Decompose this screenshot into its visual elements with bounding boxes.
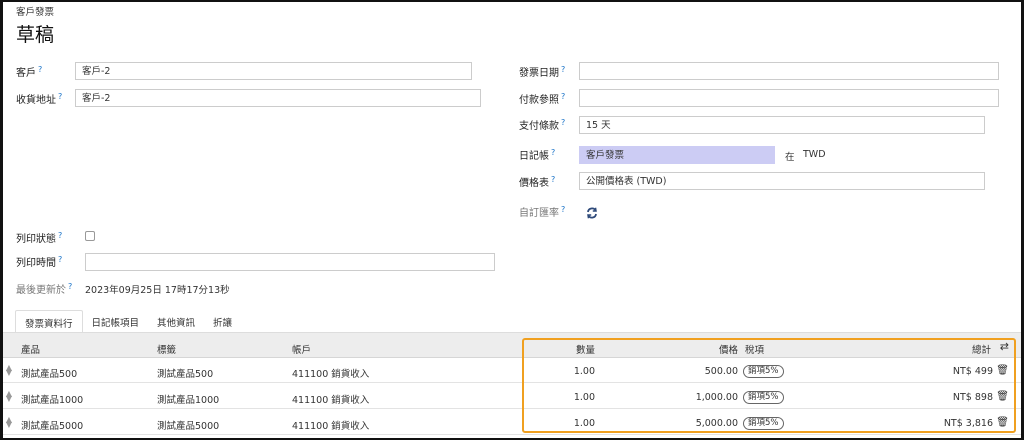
tax-badge[interactable]: 銷項5%: [743, 365, 784, 378]
journal-field[interactable]: 客戶發票: [579, 146, 775, 164]
last-updated-value: 2023年09月25日 17時17分13秒: [85, 285, 230, 296]
header-price[interactable]: 價格: [719, 342, 738, 356]
cell-price[interactable]: 5,000.00: [696, 418, 738, 429]
invoice-date-label: 發票日期?: [519, 64, 566, 79]
journal-in-label: 在: [785, 152, 795, 163]
notebook-tabs: 發票資料行 日記帳項目 其他資訊 折讓: [15, 310, 241, 333]
cell-quantity[interactable]: 1.00: [574, 418, 595, 429]
customer-field[interactable]: 客戶-2: [75, 62, 472, 80]
cell-label[interactable]: 測試產品1000: [157, 392, 219, 406]
tax-badge[interactable]: 銷項5%: [743, 417, 784, 430]
tab-invoice-lines[interactable]: 發票資料行: [15, 310, 83, 333]
header-quantity[interactable]: 數量: [576, 342, 595, 356]
cell-account[interactable]: 411100 銷貨收入: [292, 392, 369, 406]
payment-reference-field[interactable]: [579, 89, 999, 107]
payment-terms-label: 支付條款?: [519, 117, 566, 132]
table-row[interactable]: ▲ ▼ 測試產品500 測試產品500 411100 銷貨收入 1.00 500.…: [3, 358, 1021, 383]
cell-price[interactable]: 1,000.00: [696, 392, 738, 403]
header-label[interactable]: 標籤: [157, 342, 176, 356]
delete-icon[interactable]: 🗑: [996, 417, 1009, 428]
help-icon[interactable]: ?: [58, 255, 62, 264]
drag-handle-icon[interactable]: ▲ ▼: [5, 364, 13, 377]
cell-product[interactable]: 測試產品1000: [21, 392, 83, 406]
drag-handle-icon[interactable]: ▲ ▼: [5, 390, 13, 403]
invoice-date-field[interactable]: [579, 62, 999, 80]
print-status-label: 列印狀態?: [16, 230, 63, 245]
tax-badge[interactable]: 銷項5%: [743, 391, 784, 404]
help-icon[interactable]: ?: [551, 148, 555, 157]
cell-total: NT$ 499: [952, 366, 993, 377]
header-product[interactable]: 產品: [21, 342, 40, 356]
payment-terms-field[interactable]: 15 天: [579, 116, 985, 134]
tab-journal-items[interactable]: 日記帳項目: [83, 310, 149, 333]
table-row[interactable]: ▲ ▼ 測試產品1000 測試產品1000 411100 銷貨收入 1.00 1,…: [3, 384, 1021, 409]
help-icon[interactable]: ?: [68, 282, 72, 291]
print-time-field[interactable]: [85, 253, 495, 271]
help-icon[interactable]: ?: [561, 118, 565, 127]
tab-other-info[interactable]: 其他資訊: [148, 310, 204, 333]
cell-total: NT$ 898: [952, 392, 993, 403]
delivery-address-label: 收貨地址?: [16, 91, 63, 106]
cell-account[interactable]: 411100 銷貨收入: [292, 366, 369, 380]
journal-currency: TWD: [803, 149, 826, 160]
header-total[interactable]: 總計: [972, 342, 991, 356]
delete-icon[interactable]: 🗑: [996, 391, 1009, 402]
journal-label: 日記帳?: [519, 147, 556, 162]
cell-label[interactable]: 測試產品5000: [157, 418, 219, 432]
page-title: 草稿: [16, 24, 55, 46]
breadcrumb[interactable]: 客戶發票: [16, 4, 54, 18]
cell-product[interactable]: 測試產品500: [21, 366, 77, 380]
last-updated-label: 最後更新於?: [16, 281, 73, 296]
help-icon[interactable]: ?: [58, 92, 62, 101]
print-status-checkbox[interactable]: [85, 231, 95, 241]
cell-price[interactable]: 500.00: [705, 366, 738, 377]
header-account[interactable]: 帳戶: [292, 342, 311, 356]
tab-credit-notes[interactable]: 折讓: [204, 310, 241, 333]
help-icon[interactable]: ?: [38, 65, 42, 74]
cell-account[interactable]: 411100 銷貨收入: [292, 418, 369, 432]
optional-columns-icon[interactable]: ⇄: [1000, 340, 1009, 353]
delete-icon[interactable]: 🗑: [996, 365, 1009, 376]
help-icon[interactable]: ?: [561, 92, 565, 101]
pricelist-field[interactable]: 公開價格表 (TWD): [579, 172, 985, 190]
payment-reference-label: 付款參照?: [519, 91, 566, 106]
cell-total: NT$ 3,816: [943, 418, 993, 429]
help-icon[interactable]: ?: [561, 205, 565, 214]
delivery-address-field[interactable]: 客戶-2: [75, 89, 481, 107]
table-row[interactable]: ▲ ▼ 測試產品5000 測試產品5000 411100 銷貨收入 1.00 5,…: [3, 410, 1021, 435]
table-header: 產品 標籤 帳戶 數量 價格 稅項 總計 ⇄: [3, 333, 1021, 358]
help-icon[interactable]: ?: [561, 65, 565, 74]
header-taxes[interactable]: 稅項: [745, 342, 764, 356]
cell-quantity[interactable]: 1.00: [574, 366, 595, 377]
cell-quantity[interactable]: 1.00: [574, 392, 595, 403]
print-time-label: 列印時間?: [16, 254, 63, 269]
cell-product[interactable]: 測試產品5000: [21, 418, 83, 432]
pricelist-label: 價格表?: [519, 174, 556, 189]
help-icon[interactable]: ?: [551, 175, 555, 184]
drag-handle-icon[interactable]: ▲ ▼: [5, 416, 13, 429]
help-icon[interactable]: ?: [58, 231, 62, 240]
refresh-icon[interactable]: [585, 206, 599, 220]
customer-label: 客戶?: [16, 64, 43, 79]
cell-label[interactable]: 測試產品500: [157, 366, 213, 380]
custom-rate-label: 自訂匯率?: [519, 204, 566, 219]
